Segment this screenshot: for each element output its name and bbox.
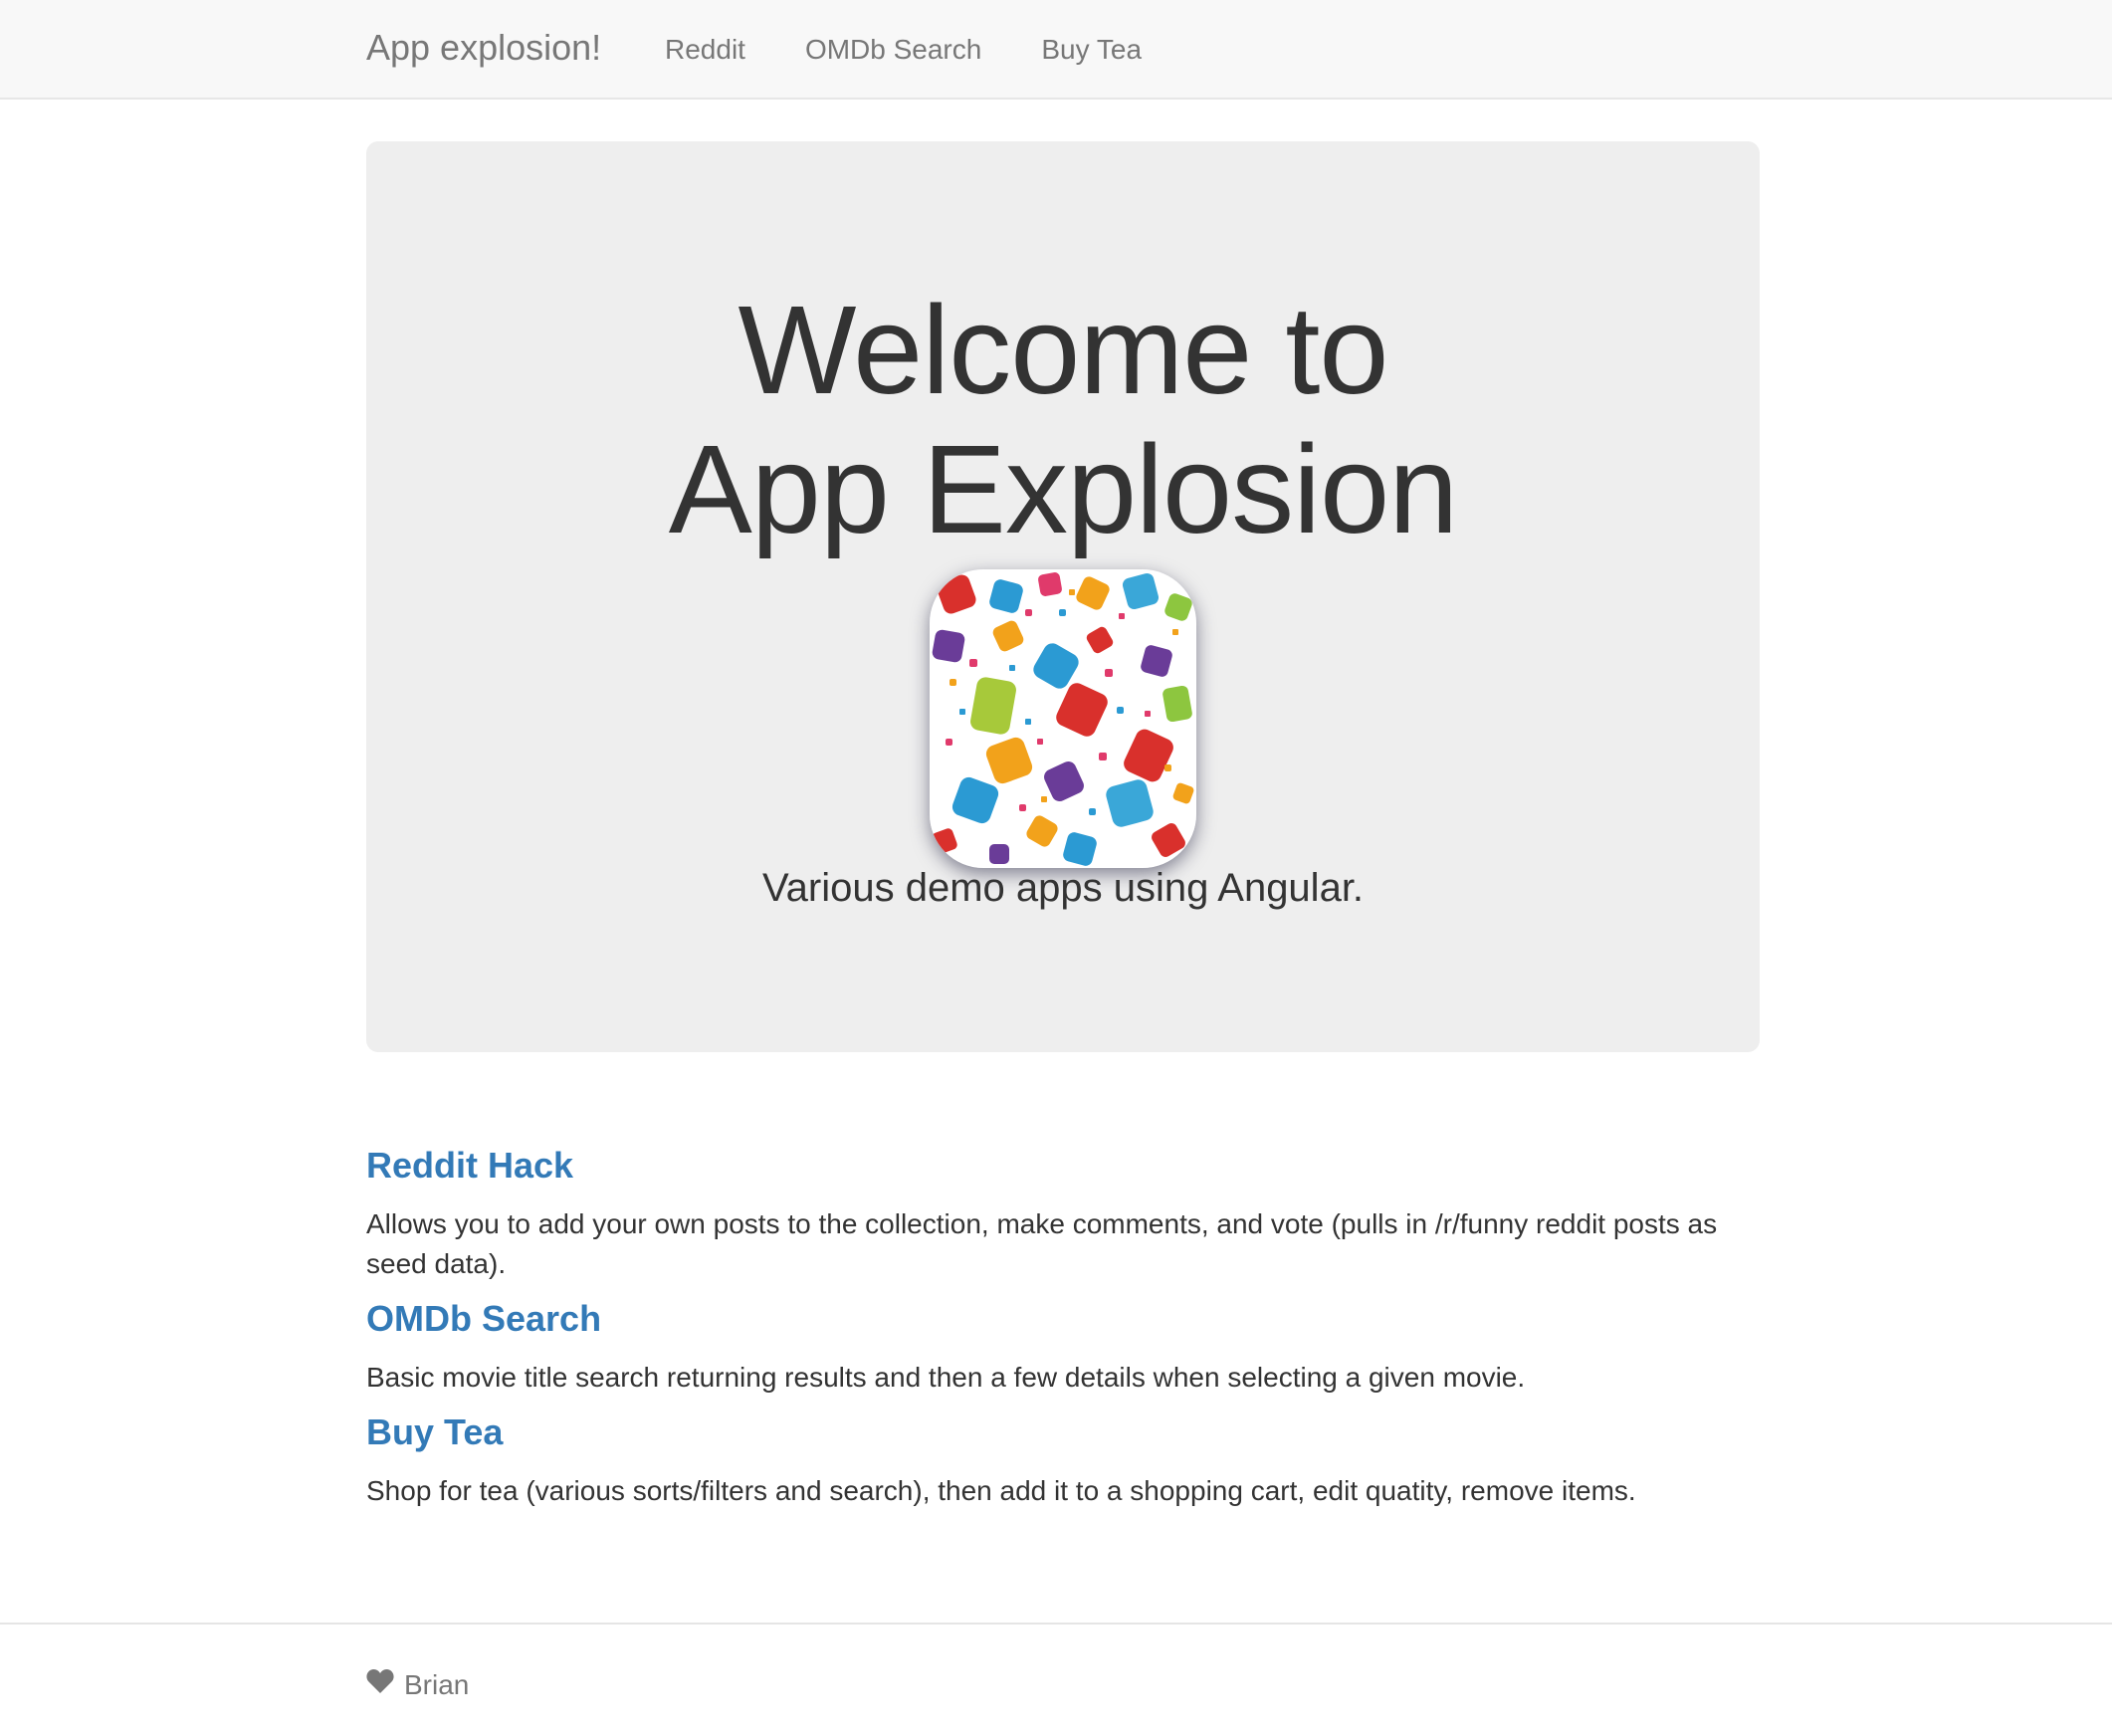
app-description: Shop for tea (various sorts/filters and …: [366, 1475, 1636, 1506]
nav-links: Reddit OMDb Search Buy Tea: [665, 34, 1201, 66]
brand-link[interactable]: App explosion!: [366, 27, 601, 69]
app-description: Allows you to add your own posts to the …: [366, 1208, 1718, 1279]
hero-title-line2: App Explosion: [668, 419, 1459, 559]
app-item-reddit-hack: Reddit Hack Allows you to add your own p…: [366, 1145, 1760, 1284]
app-description: Basic movie title search returning resul…: [366, 1362, 1526, 1393]
footer-author: Brian: [404, 1668, 470, 1700]
heart-icon: [366, 1668, 394, 1701]
app-explosion-logo-icon: [930, 569, 1196, 868]
app-title-omdb-search[interactable]: OMDb Search: [366, 1298, 1760, 1340]
app-item-omdb-search: OMDb Search Basic movie title search ret…: [366, 1298, 1760, 1398]
footer-credit: Brian: [366, 1668, 469, 1701]
app-title-reddit-hack[interactable]: Reddit Hack: [366, 1145, 1760, 1187]
hero-title-line1: Welcome to: [738, 280, 1389, 420]
app-list: Reddit Hack Allows you to add your own p…: [366, 1145, 1760, 1525]
nav-link-omdb-search[interactable]: OMDb Search: [805, 34, 981, 66]
app-item-buy-tea: Buy Tea Shop for tea (various sorts/filt…: [366, 1411, 1760, 1511]
hero-jumbotron: Welcome to App Explosion Various demo ap…: [366, 141, 1760, 1052]
nav-link-reddit[interactable]: Reddit: [665, 34, 745, 66]
hero-subtitle: Various demo apps using Angular.: [761, 866, 1365, 910]
app-title-buy-tea[interactable]: Buy Tea: [366, 1411, 1760, 1453]
top-navbar: App explosion! Reddit OMDb Search Buy Te…: [0, 0, 2112, 100]
footer: Brian: [0, 1623, 2112, 1736]
hero-title: Welcome to App Explosion: [366, 281, 1760, 559]
nav-link-buy-tea[interactable]: Buy Tea: [1041, 34, 1142, 66]
